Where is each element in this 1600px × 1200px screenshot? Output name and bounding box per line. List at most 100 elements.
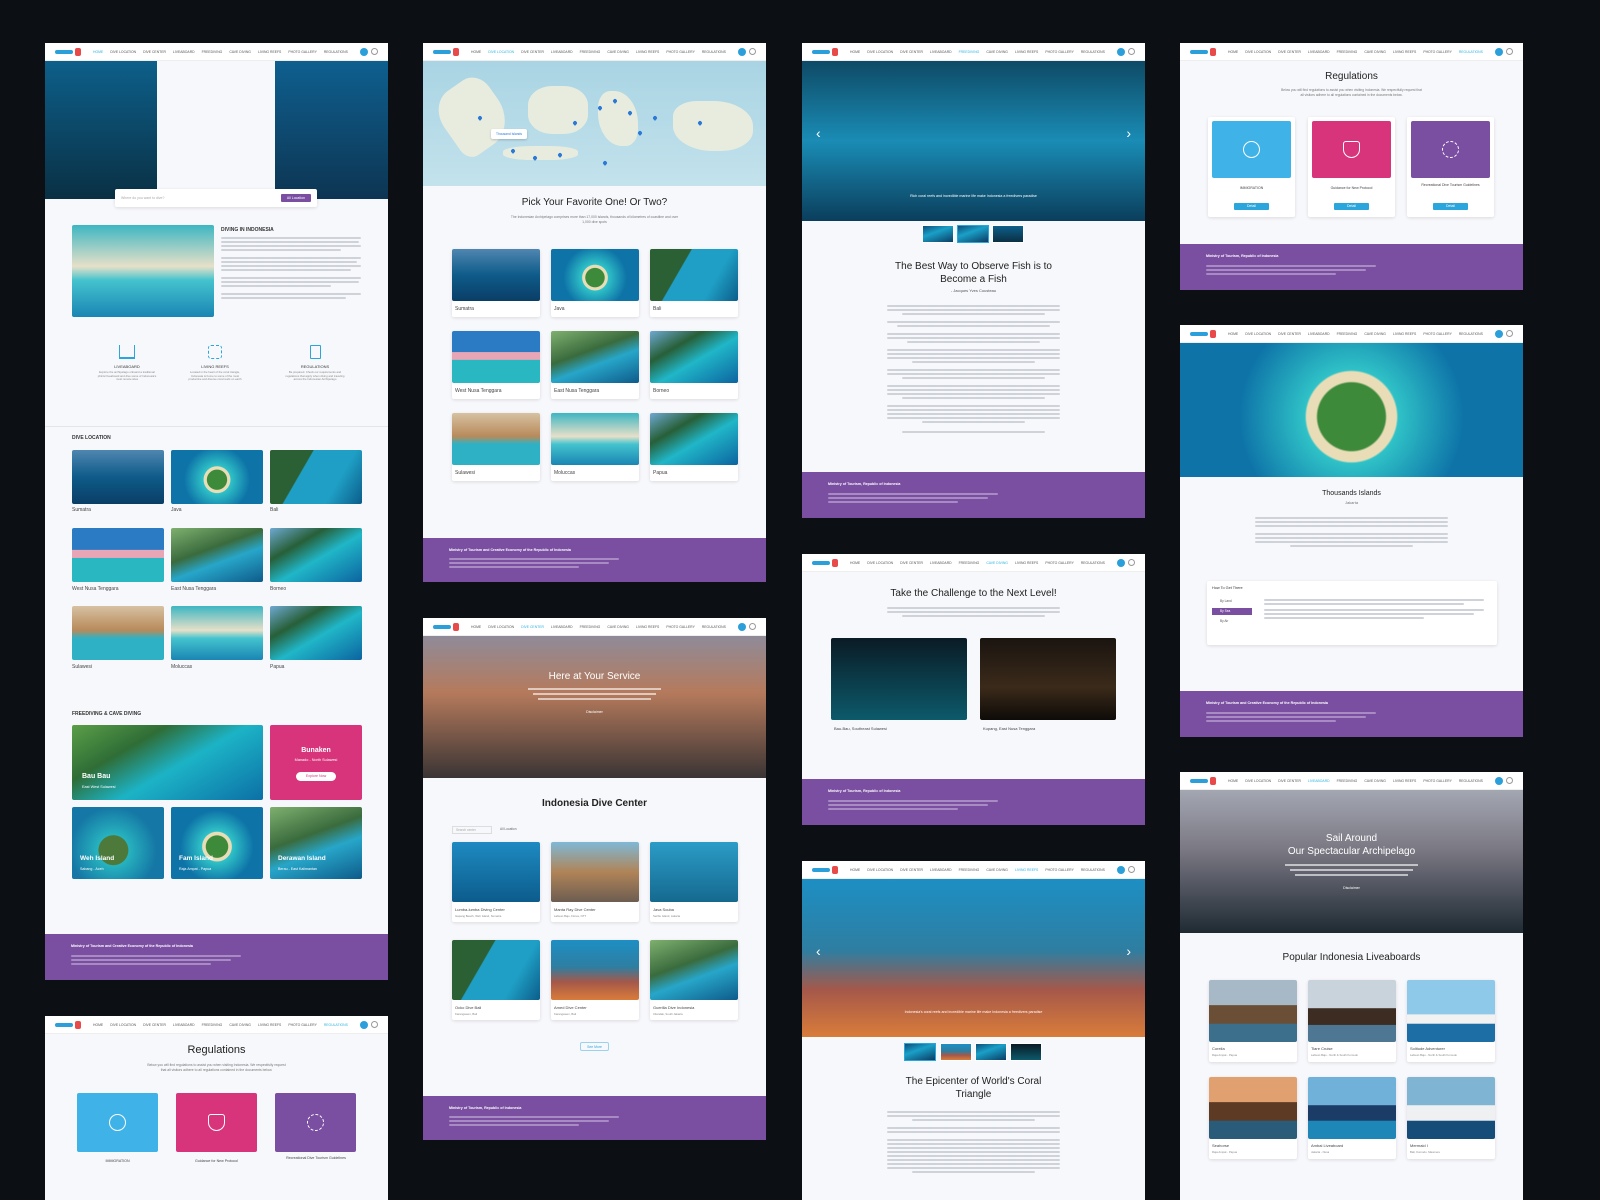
carousel-thumb[interactable] — [940, 1043, 972, 1061]
regulation-tile-immigration[interactable] — [77, 1093, 158, 1152]
location-select[interactable]: All Location — [280, 194, 311, 202]
nav-dive-location[interactable]: Dive Location — [867, 561, 893, 565]
site-logo[interactable] — [433, 47, 461, 57]
feature-regulations[interactable]: REGULATIONS Be prepared. Check our requi… — [285, 345, 345, 382]
site-logo[interactable] — [433, 622, 461, 632]
nav-dive-center[interactable]: Dive Center — [1278, 50, 1301, 54]
nav-freediving[interactable]: Freediving — [959, 868, 980, 872]
nav-home[interactable]: Home — [93, 50, 103, 54]
nav-dive-location[interactable]: Dive Location — [1245, 779, 1271, 783]
nav-home[interactable]: Home — [93, 1023, 103, 1027]
option-by-land[interactable]: By Land — [1212, 598, 1252, 605]
nav-dive-location[interactable]: Dive Location — [1245, 332, 1271, 336]
nav-photo-gallery[interactable]: Photo Gallery — [1423, 779, 1452, 783]
search-icon[interactable] — [1506, 330, 1513, 337]
nav-regulations[interactable]: Regulations — [1081, 868, 1105, 872]
nav-dive-center[interactable]: Dive Center — [521, 50, 544, 54]
region-card[interactable]: West Nusa Tenggara — [452, 331, 540, 399]
search-icon[interactable] — [1128, 48, 1135, 55]
nav-dive-location[interactable]: Dive Location — [488, 50, 514, 54]
site-logo[interactable] — [55, 1020, 83, 1030]
center-location-select[interactable]: All Location — [500, 827, 516, 831]
region-card[interactable]: East Nusa Tenggara — [551, 331, 639, 399]
location-label[interactable]: West Nusa Tenggara — [72, 586, 119, 592]
nav-cave-diving[interactable]: Cave Diving — [986, 50, 1008, 54]
nav-dive-center[interactable]: Dive Center — [900, 868, 923, 872]
site-logo[interactable] — [1190, 329, 1218, 339]
nav-freediving[interactable]: Freediving — [959, 561, 980, 565]
nav-living-reefs[interactable]: Living Reefs — [258, 1023, 281, 1027]
option-by-sea[interactable]: By Sea — [1212, 608, 1252, 615]
spot-card-fam-island[interactable]: Fam Island Raja Ampat - Papua — [171, 807, 263, 879]
center-card[interactable]: Guerilla Dive Indonesia Cilandak, South J… — [650, 940, 738, 1020]
location-label[interactable]: Borneo — [270, 586, 286, 592]
nav-dive-center[interactable]: Dive Center — [143, 50, 166, 54]
nav-home[interactable]: Home — [1228, 50, 1238, 54]
center-card[interactable]: Ocko Dive Bali Karangasem, Bali — [452, 940, 540, 1020]
carousel-prev-icon[interactable]: ‹ — [816, 125, 821, 141]
location-label[interactable]: Sulawesi — [72, 664, 92, 670]
search-icon[interactable] — [1506, 48, 1513, 55]
boat-card[interactable]: Ambai Liveaboard Jakarta - Nusa — [1308, 1077, 1396, 1159]
nav-liveaboard[interactable]: Liveaboard — [930, 868, 952, 872]
nav-regulations[interactable]: Regulations — [702, 625, 726, 629]
location-card-image[interactable] — [171, 606, 263, 660]
nav-dive-center[interactable]: Dive Center — [900, 50, 923, 54]
location-card-image[interactable] — [270, 450, 362, 504]
nav-cave-diving[interactable]: Cave Diving — [1364, 50, 1386, 54]
language-icon[interactable] — [738, 622, 746, 631]
location-label[interactable]: Bali — [270, 507, 278, 513]
nav-liveaboard[interactable]: Liveaboard — [930, 561, 952, 565]
location-card-image[interactable] — [72, 528, 164, 582]
nav-liveaboard[interactable]: Liveaboard — [1308, 332, 1330, 336]
site-logo[interactable] — [55, 47, 83, 57]
region-card[interactable]: Moluccas — [551, 413, 639, 481]
nav-living-reefs[interactable]: Living Reefs — [1393, 332, 1416, 336]
nav-regulations[interactable]: Regulations — [324, 50, 348, 54]
search-icon[interactable] — [371, 48, 378, 55]
nav-cave-diving[interactable]: Cave Diving — [1364, 779, 1386, 783]
center-card[interactable]: Amed Dive Center Karangasem, Bali — [551, 940, 639, 1020]
nav-photo-gallery[interactable]: Photo Gallery — [1045, 561, 1074, 565]
nav-regulations[interactable]: Regulations — [1459, 50, 1483, 54]
nav-dive-center[interactable]: Dive Center — [143, 1023, 166, 1027]
nav-living-reefs[interactable]: Living Reefs — [1015, 868, 1038, 872]
disclaimer-button[interactable]: Disclaimer — [1330, 886, 1373, 890]
nav-photo-gallery[interactable]: Photo Gallery — [666, 625, 695, 629]
option-by-air[interactable]: By Air — [1212, 618, 1252, 625]
site-logo[interactable] — [812, 47, 840, 57]
search-icon[interactable] — [1128, 559, 1135, 566]
nav-cave-diving[interactable]: Cave Diving — [607, 625, 629, 629]
nav-dive-location[interactable]: Dive Location — [110, 50, 136, 54]
location-label[interactable]: Papua — [270, 664, 284, 670]
search-icon[interactable] — [1506, 777, 1513, 784]
site-logo[interactable] — [1190, 776, 1218, 786]
region-card[interactable]: Java — [551, 249, 639, 317]
nav-regulations[interactable]: Regulations — [702, 50, 726, 54]
nav-freediving[interactable]: Freediving — [1337, 50, 1358, 54]
region-card[interactable]: Sumatra — [452, 249, 540, 317]
nav-dive-location[interactable]: Dive Location — [867, 868, 893, 872]
language-icon[interactable] — [360, 1020, 368, 1029]
nav-dive-location[interactable]: Dive Location — [110, 1023, 136, 1027]
site-logo[interactable] — [1190, 47, 1218, 57]
location-card-image[interactable] — [171, 528, 263, 582]
location-card-image[interactable] — [72, 606, 164, 660]
nav-cave-diving[interactable]: Cave Diving — [229, 1023, 251, 1027]
nav-liveaboard[interactable]: Liveaboard — [930, 50, 952, 54]
detail-button[interactable]: Detail — [1234, 203, 1269, 210]
nav-photo-gallery[interactable]: Photo Gallery — [666, 50, 695, 54]
nav-cave-diving[interactable]: Cave Diving — [986, 868, 1008, 872]
spot-card-bau-bau[interactable]: Bau Bau East West Sulawesi — [72, 725, 263, 800]
explore-now-button[interactable]: Explore Now — [296, 772, 336, 781]
language-icon[interactable] — [1495, 47, 1503, 56]
cave-card-image[interactable] — [980, 638, 1116, 720]
nav-cave-diving[interactable]: Cave Diving — [1364, 332, 1386, 336]
spot-card-weh-island[interactable]: Weh Island Sabang - Aceh — [72, 807, 164, 879]
nav-dive-center[interactable]: Dive Center — [1278, 332, 1301, 336]
nav-freediving[interactable]: Freediving — [202, 50, 223, 54]
nav-photo-gallery[interactable]: Photo Gallery — [288, 50, 317, 54]
regulation-tile[interactable] — [1312, 121, 1391, 178]
center-card[interactable]: Lumba-lumba Diving Center Gapang Beach, W… — [452, 842, 540, 922]
nav-living-reefs[interactable]: Living Reefs — [1015, 50, 1038, 54]
